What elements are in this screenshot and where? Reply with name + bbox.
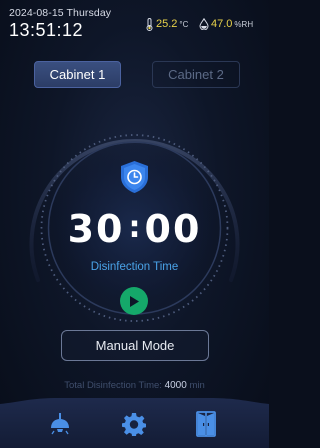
nav-cabinet[interactable]	[192, 410, 220, 438]
bottom-nav	[0, 398, 269, 448]
start-button[interactable]	[120, 287, 148, 315]
manual-mode-button[interactable]: Manual Mode	[61, 330, 209, 361]
lamp-icon	[51, 413, 69, 435]
timer-colon: :	[128, 209, 141, 245]
total-disinfection-time: Total Disinfection Time: 4000 min	[0, 380, 269, 391]
gear-icon	[122, 413, 146, 436]
nav-lamp[interactable]	[46, 410, 74, 438]
shield-clock-icon	[121, 161, 148, 193]
total-label: Total Disinfection Time:	[64, 380, 162, 391]
cabinet-door-icon	[196, 411, 216, 437]
timer-caption: Disinfection Time	[90, 261, 179, 273]
total-unit: min	[189, 380, 205, 391]
total-value: 4000	[164, 380, 187, 391]
nav-settings[interactable]	[120, 410, 148, 438]
timer-seconds: 00	[144, 207, 202, 251]
timer-minutes: 30	[67, 207, 125, 251]
countdown-timer: 30 : 00	[0, 206, 269, 252]
play-icon	[130, 295, 139, 307]
disinfection-cabinet-screen: 2024-08-15 Thursday 13:51:12 25.2 °C 47.…	[0, 0, 269, 448]
